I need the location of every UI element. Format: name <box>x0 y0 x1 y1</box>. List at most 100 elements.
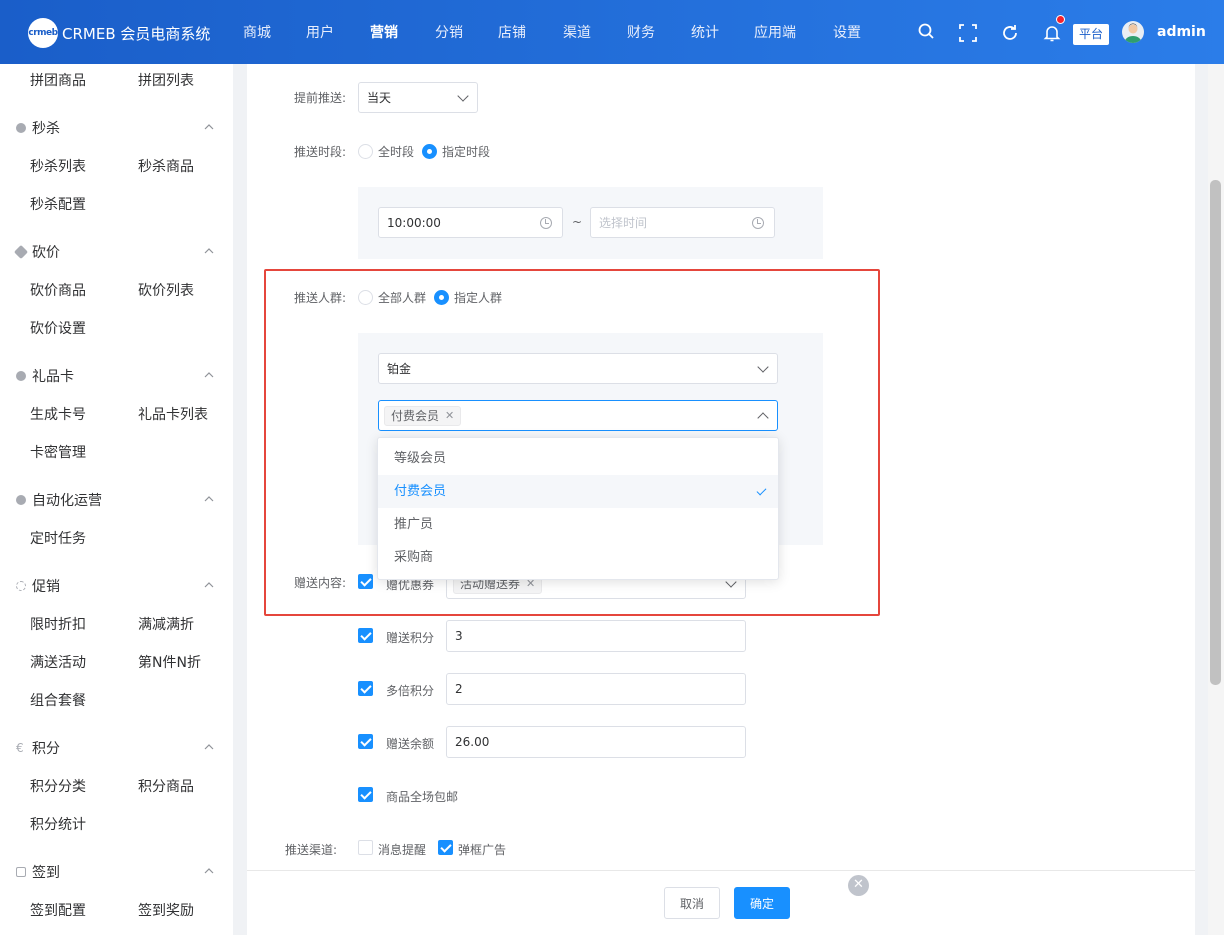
username[interactable]: admin <box>1157 24 1206 40</box>
gift-content-label: 赠送内容: <box>294 576 347 590</box>
sidebar-item-combo[interactable]: 组合套餐 <box>30 690 86 710</box>
member-type-tag: 付费会员 ✕ <box>384 405 462 426</box>
push-period-label: 推送时段: <box>294 145 347 159</box>
sidebar-item-scheduled-tasks[interactable]: 定时任务 <box>30 528 86 548</box>
refresh-icon[interactable] <box>1000 23 1020 43</box>
user-avatar-icon <box>1124 23 1142 43</box>
checkbox-multi-points[interactable] <box>358 681 373 696</box>
end-time-input[interactable]: 选择时间 <box>590 207 775 238</box>
advance-push-select[interactable]: 当天 <box>358 82 478 113</box>
fullscreen-icon[interactable] <box>958 23 978 43</box>
message-reminder-label: 消息提醒 <box>378 843 427 857</box>
notification-badge <box>1056 15 1065 24</box>
sidebar-group-checkin[interactable]: 签到 <box>16 862 60 882</box>
multi-points-label: 多倍积分 <box>386 684 435 698</box>
points-input[interactable]: 3 <box>446 620 746 652</box>
sidebar-group-gift-card[interactable]: 礼品卡 <box>16 366 74 386</box>
sidebar-group-automation[interactable]: 自动化运营 <box>16 490 102 510</box>
sidebar-item-nth-discount[interactable]: 第N件N折 <box>138 652 201 672</box>
sidebar-group-bargain[interactable]: 砍价 <box>13 242 60 262</box>
nav-stats[interactable]: 统计 <box>691 22 719 42</box>
search-icon[interactable] <box>917 22 937 42</box>
balance-input[interactable]: 26.00 <box>446 726 746 758</box>
chevron-up-icon <box>757 411 769 424</box>
nav-user[interactable]: 用户 <box>306 22 334 42</box>
checkbox-free-shipping[interactable] <box>358 787 373 802</box>
radio-specified-crowd[interactable]: 指定人群 <box>434 289 502 306</box>
clock-icon <box>752 216 764 229</box>
close-icon[interactable]: ✕ <box>848 875 869 896</box>
check-icon <box>756 485 767 496</box>
chevron-up-icon[interactable] <box>204 742 214 752</box>
top-bar: crmeb CRMEB 会员电商系统 商城 用户 营销 分销 店铺 渠道 财务 … <box>0 0 1224 64</box>
app-logo[interactable]: crmeb CRMEB 会员电商系统 <box>28 18 210 48</box>
tag-close-icon[interactable]: ✕ <box>445 409 454 422</box>
sidebar-item-seckill-products[interactable]: 秒杀商品 <box>138 156 194 176</box>
checkbox-popup-ad[interactable] <box>438 840 453 855</box>
sidebar-group-seckill[interactable]: 秒杀 <box>16 118 60 138</box>
radio-all-period[interactable]: 全时段 <box>358 143 414 160</box>
sidebar-item-points-stats[interactable]: 积分统计 <box>30 814 86 834</box>
nav-store[interactable]: 店铺 <box>498 22 526 42</box>
nav-marketing[interactable]: 营销 <box>370 22 398 42</box>
member-type-select[interactable]: 付费会员 ✕ <box>378 400 778 431</box>
scrollbar-thumb[interactable] <box>1210 180 1221 685</box>
sidebar-item-bargain-settings[interactable]: 砍价设置 <box>30 318 86 338</box>
multi-points-input[interactable]: 2 <box>446 673 746 705</box>
push-channel-label: 推送渠道: <box>285 843 338 857</box>
nav-channel[interactable]: 渠道 <box>563 22 591 42</box>
sidebar-item-seckill-list[interactable]: 秒杀列表 <box>30 156 86 176</box>
checkbox-balance[interactable] <box>358 734 373 749</box>
sidebar-item-card-secret[interactable]: 卡密管理 <box>30 442 86 462</box>
start-time-input[interactable]: 10:00:00 <box>378 207 563 238</box>
euro-icon: € <box>16 741 24 755</box>
dropdown-option-level-member[interactable]: 等级会员 <box>378 442 778 475</box>
nav-settings[interactable]: 设置 <box>833 22 861 42</box>
sidebar-item-points-category[interactable]: 积分分类 <box>30 776 86 796</box>
member-level-select[interactable]: 铂金 <box>378 353 778 384</box>
sidebar-item-checkin-reward[interactable]: 签到奖励 <box>138 900 194 920</box>
radio-specified-period[interactable]: 指定时段 <box>422 143 490 160</box>
logo-icon: crmeb <box>28 18 58 48</box>
checkbox-message-reminder[interactable] <box>358 840 373 855</box>
sidebar-item-full-gift[interactable]: 满送活动 <box>30 652 86 672</box>
nav-mall[interactable]: 商城 <box>243 22 271 42</box>
nav-finance[interactable]: 财务 <box>627 22 655 42</box>
sidebar: 拼团商品 拼团列表 秒杀 秒杀列表 秒杀商品 秒杀配置 砍价 砍价商品 砍价列表… <box>0 64 233 935</box>
sidebar-item-seckill-config[interactable]: 秒杀配置 <box>30 194 86 214</box>
dropdown-option-promoter[interactable]: 推广员 <box>378 508 778 541</box>
checkbox-points[interactable] <box>358 628 373 643</box>
sidebar-item-bargain-products[interactable]: 砍价商品 <box>30 280 86 300</box>
sidebar-item-checkin-config[interactable]: 签到配置 <box>30 900 86 920</box>
sidebar-group-points[interactable]: € 积分 <box>16 738 60 758</box>
chevron-up-icon[interactable] <box>204 494 214 504</box>
sidebar-item-points-products[interactable]: 积分商品 <box>138 776 194 796</box>
sidebar-item-gift-card-list[interactable]: 礼品卡列表 <box>138 404 208 424</box>
bell-icon[interactable] <box>1042 23 1062 43</box>
dropdown-option-paid-member[interactable]: 付费会员 <box>378 475 778 508</box>
platform-badge[interactable]: 平台 <box>1073 24 1109 45</box>
chevron-up-icon[interactable] <box>204 122 214 132</box>
sidebar-item-limited-discount[interactable]: 限时折扣 <box>30 614 86 634</box>
dialog-footer <box>247 870 1195 935</box>
cancel-button[interactable]: 取消 <box>664 887 720 919</box>
sidebar-item-group-buy-products[interactable]: 拼团商品 <box>30 70 86 90</box>
nav-app[interactable]: 应用端 <box>754 22 796 42</box>
app-title: CRMEB 会员电商系统 <box>62 24 211 43</box>
nav-distribution[interactable]: 分销 <box>435 22 463 42</box>
chevron-up-icon[interactable] <box>204 370 214 380</box>
radio-all-crowd[interactable]: 全部人群 <box>358 289 426 306</box>
sidebar-item-full-reduction[interactable]: 满减满折 <box>138 614 194 634</box>
dropdown-option-purchaser[interactable]: 采购商 <box>378 541 778 574</box>
checkbox-coupon[interactable] <box>358 574 373 589</box>
chevron-up-icon[interactable] <box>204 246 214 256</box>
avatar[interactable] <box>1122 21 1144 43</box>
sidebar-item-bargain-list[interactable]: 砍价列表 <box>138 280 194 300</box>
chevron-up-icon[interactable] <box>204 580 214 590</box>
confirm-button[interactable]: 确定 <box>734 887 790 919</box>
sidebar-group-promotion[interactable]: 促销 <box>16 576 60 596</box>
sidebar-item-group-buy-list[interactable]: 拼团列表 <box>138 70 194 90</box>
chevron-up-icon[interactable] <box>204 866 214 876</box>
sidebar-item-generate-card[interactable]: 生成卡号 <box>30 404 86 424</box>
chevron-down-icon <box>457 89 469 102</box>
